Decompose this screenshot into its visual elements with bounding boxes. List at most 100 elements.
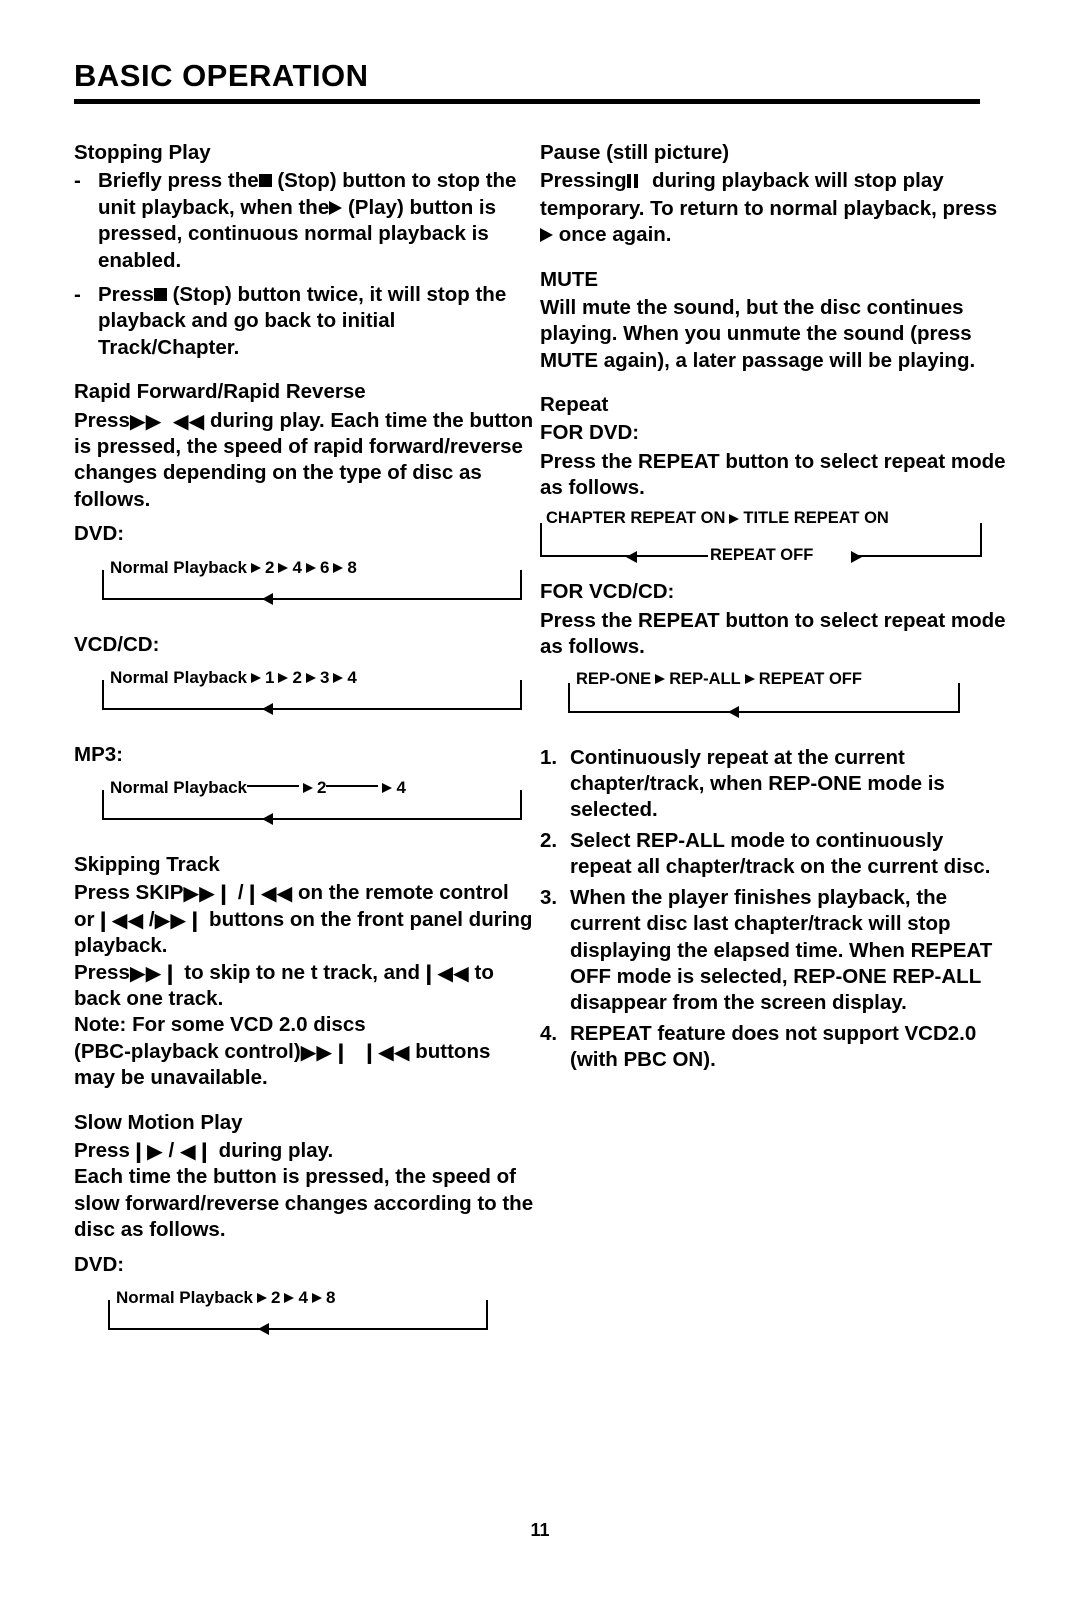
skip-or-label: or (74, 907, 95, 931)
section-skipping-heading: Skipping Track (74, 852, 220, 876)
loop-back-arrow (262, 703, 273, 716)
skip-line1-tail: on the remote control (297, 881, 509, 905)
page-title: BASIC OPERATION (74, 58, 369, 93)
prev-track-icon: ❙◀◀ (243, 881, 293, 906)
arrow-right-icon (278, 562, 289, 573)
skipping-note-1: Note: For some VCD 2.0 discs (74, 1013, 366, 1037)
mute-body: Will mute the sound, but the disc contin… (540, 295, 976, 372)
dvd-slow-step-0: 2 (271, 1287, 281, 1307)
skipping-line-1: Press SKIP▶▶❙ /❙◀◀ on the remote control (74, 880, 534, 906)
section-pause-heading: Pause (still picture) (540, 141, 730, 164)
list-number: 4. (540, 1021, 558, 1045)
arrow-right-icon (305, 672, 316, 683)
dvd-rapid-step-2: 6 (319, 557, 330, 577)
pause-post: once again. (558, 223, 672, 247)
slow-press-label: Press (74, 1138, 130, 1162)
dvd-slow-step-2: 8 (325, 1287, 336, 1307)
stopping-play-item-2: - Press (Stop) button twice, it will sto… (74, 282, 534, 361)
arrow-right-icon (251, 562, 262, 573)
vcdcd-rapid-step-3: 4 (347, 667, 357, 687)
arrow-right-icon (311, 1292, 322, 1303)
section-mute-heading: MUTE (540, 267, 599, 291)
arrow-right-icon (382, 782, 393, 793)
list-bullet: - (74, 169, 81, 193)
loop-back-arrow (262, 593, 273, 606)
stopping-item1-pre: Briefly press the (98, 169, 259, 193)
section-rapid-body: Press▶▶ ◀◀ during play. Each time the bu… (74, 408, 534, 514)
list-text: Select REP-ALL mode to continuously repe… (570, 828, 991, 879)
stopping-play-item-1: - Briefly press the (Stop) button to sto… (74, 168, 534, 274)
page-footer: 11 (0, 1520, 1080, 1541)
dvd-slow-start: Normal Playback (116, 1287, 254, 1307)
list-item: 2. Select REP-ALL mode to continuously r… (540, 828, 1010, 881)
dvd-rapid-step-3: 8 (347, 557, 357, 577)
dvd-repeat-step-2: TITLE REPEAT ON (743, 509, 889, 528)
rapid-press-label: Press (74, 408, 130, 432)
skip-press-label: Press (74, 960, 130, 984)
diagram-mp3-rapid: Normal Playback 2 4 (74, 776, 534, 834)
arrow-right-icon (744, 674, 755, 685)
slow-line-1: Press❙▶ / ◀❙ during play. (74, 1138, 334, 1163)
label-for-vcdcd: FOR VCD/CD: (540, 580, 675, 604)
fast-reverse-icon: ◀◀ (172, 408, 205, 433)
list-text: When the player finishes playback, the c… (570, 885, 993, 1015)
list-text: REPEAT feature does not support VCD2.0 (… (570, 1021, 977, 1072)
skip-line2-tail: buttons on the front panel during playba… (74, 907, 533, 958)
loop-forward-arrow (851, 550, 862, 563)
arrow-right-icon (251, 672, 262, 683)
pause-pre: Pressing (540, 169, 627, 193)
dvd-repeat-step-1: CHAPTER REPEAT ON (546, 509, 726, 528)
diagram-dvd-slow: Normal Playback 2 4 8 (74, 1286, 534, 1344)
left-column: Stopping Play - Briefly press the (Stop)… (74, 140, 534, 1344)
arrow-right-icon (257, 1292, 268, 1303)
header-divider (74, 98, 980, 104)
page-header: BASIC OPERATION (74, 58, 980, 104)
slow-reverse-icon: ◀❙ (179, 1138, 213, 1163)
prev-track-icon: ❙◀◀ (94, 907, 144, 932)
arrow-right-icon (333, 672, 344, 683)
prev-track-icon: ❙◀◀ (360, 1039, 410, 1064)
vcdcd-repeat-step-1: REP-ONE (576, 669, 652, 688)
section-stopping-play-heading: Stopping Play (74, 141, 211, 164)
vcdcd-repeat-step-2: REP-ALL (669, 669, 741, 688)
list-bullet: - (74, 282, 81, 306)
page: BASIC OPERATION Stopping Play - Briefly … (0, 0, 1080, 1618)
next-track-icon: ▶▶❙ (154, 907, 204, 932)
list-item: 4. REPEAT feature does not support VCD2.… (540, 1021, 1010, 1074)
diagram-dvd-rapid: Normal Playback 2 4 6 8 (74, 556, 534, 614)
arrow-right-icon (284, 1292, 295, 1303)
loop-back-arrow (728, 706, 739, 719)
pause-icon (626, 169, 641, 195)
label-dvd-slow: DVD: (74, 1252, 125, 1276)
skip-line3-mid: to skip to ne t track, and (184, 960, 421, 984)
list-number: 2. (540, 828, 558, 852)
vcdcd-rapid-step-0: 1 (265, 667, 275, 687)
next-track-icon: ▶▶❙ (183, 881, 233, 906)
dvd-slow-step-1: 4 (298, 1287, 308, 1307)
list-item: 3. When the player finishes playback, th… (540, 885, 1010, 1017)
mp3-rapid-step-1: 4 (396, 777, 406, 797)
mp3-rapid-step-0: 2 (317, 777, 327, 797)
arrow-right-icon (278, 672, 289, 683)
play-icon (329, 200, 343, 215)
connector-line (326, 785, 379, 788)
slow-during-label: during play. (218, 1138, 334, 1162)
list-number: 3. (540, 885, 558, 909)
diagram-dvd-repeat: CHAPTER REPEAT ON TITLE REPEAT ON REPEAT… (540, 509, 1010, 571)
prev-track-icon: ❙◀◀ (420, 960, 469, 985)
loop-back-arrow (626, 550, 637, 563)
repeat-vcdcd-body: Press the REPEAT button to select repeat… (540, 608, 1006, 659)
play-icon (540, 228, 553, 243)
dvd-repeat-step-3: REPEAT OFF (710, 546, 814, 565)
arrow-right-icon (303, 782, 314, 793)
arrow-right-icon (655, 674, 666, 685)
vcdcd-rapid-step-1: 2 (292, 667, 302, 687)
skip-note2-pre: (PBC-playback control) (74, 1039, 301, 1063)
list-text: Continuously repeat at the current chapt… (570, 745, 945, 822)
vcdcd-rapid-start: Normal Playback (110, 667, 248, 687)
next-track-icon: ▶▶❙ (300, 1039, 350, 1064)
label-mp3-rapid: MP3: (74, 742, 123, 766)
list-number: 1. (540, 745, 558, 769)
skipping-line-2: or❙◀◀ /▶▶❙ buttons on the front panel du… (74, 907, 534, 960)
vcdcd-rapid-step-2: 3 (319, 667, 330, 687)
